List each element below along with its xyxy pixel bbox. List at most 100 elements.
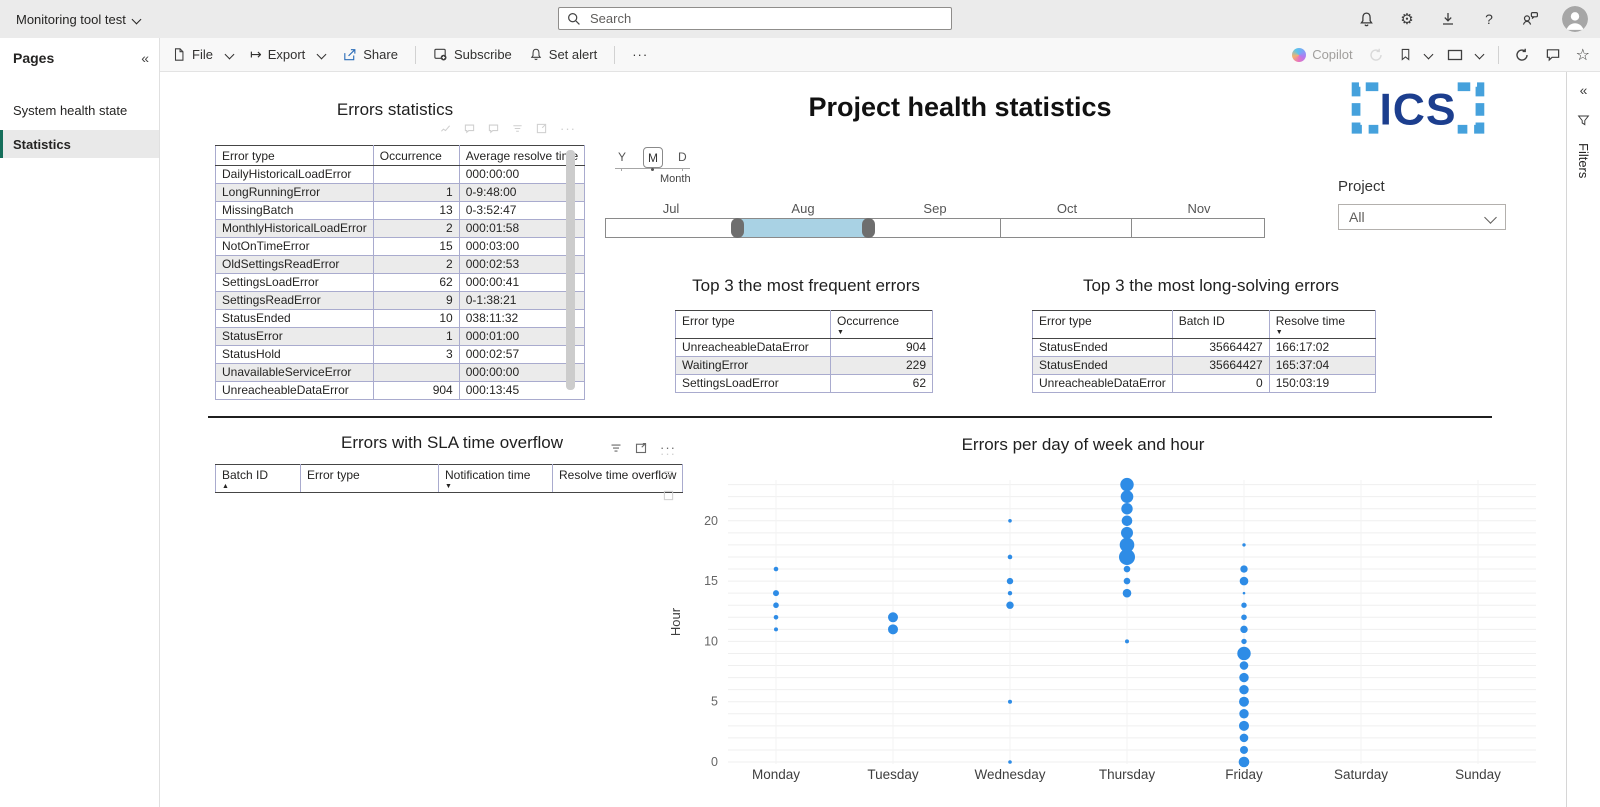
right-range-handle[interactable] [862,218,875,238]
data-point[interactable] [1239,685,1248,694]
month-cell-jul[interactable] [606,219,738,237]
table-row[interactable]: SettingsReadError90-1:38:21 [216,292,585,310]
data-point[interactable] [774,567,779,572]
data-point[interactable] [1240,746,1248,754]
data-point[interactable] [1008,700,1012,704]
table-row[interactable]: UnreacheableDataError904000:13:45 [216,382,585,400]
focus-mode-icon[interactable] [635,442,647,454]
table-row[interactable]: StatusEnded35664427165:37:04 [1033,357,1376,375]
comment-icon[interactable] [464,123,475,134]
more-options-icon[interactable]: ··· [632,50,648,60]
table-row[interactable]: MonthlyHistoricalLoadError2000:01:58 [216,220,585,238]
bookmarks-menu[interactable] [1399,47,1432,62]
chat-icon[interactable] [440,123,451,134]
data-point[interactable] [1121,527,1133,539]
file-menu[interactable]: File [172,47,233,62]
data-point[interactable] [1125,639,1129,643]
download-icon[interactable] [1439,10,1457,28]
data-point[interactable] [774,627,778,631]
data-point[interactable] [888,624,898,634]
column-header[interactable]: Error type [1033,311,1173,339]
table-row[interactable]: StatusEnded35664427166:17:02 [1033,339,1376,357]
table-row[interactable]: UnreacheableDataError0150:03:19 [1033,375,1376,393]
data-point[interactable] [1006,602,1013,609]
column-header[interactable]: Occurrence▼ [831,311,933,339]
column-header[interactable]: Notification time▼ [439,465,553,493]
more-options-icon[interactable]: ··· [560,124,576,134]
table-row[interactable]: WaitingError229 [676,357,933,375]
grain-year[interactable]: Y [618,150,626,164]
table-row[interactable]: SettingsLoadError62000:00:41 [216,274,585,292]
data-point[interactable] [1122,516,1133,527]
column-header[interactable]: Batch ID [1172,311,1269,339]
workspace-switcher[interactable]: Monitoring tool test [16,0,140,38]
help-icon[interactable]: ? [1480,10,1498,28]
data-point[interactable] [1241,614,1247,620]
data-point[interactable] [1239,709,1248,718]
sidebar-item-system-health-state[interactable]: System health state [0,96,159,124]
sidebar-item-statistics[interactable]: Statistics [0,130,159,158]
data-point[interactable] [1239,757,1250,768]
data-point[interactable] [1239,721,1249,731]
refresh-button[interactable] [1514,47,1530,63]
data-point[interactable] [1121,503,1132,514]
data-point[interactable] [1120,478,1133,491]
table-row[interactable]: LongRunningError10-9:48:00 [216,184,585,202]
copilot-button[interactable]: Copilot [1292,47,1352,62]
search-input[interactable] [588,10,892,27]
column-header[interactable]: Error type [301,465,439,493]
data-point[interactable] [1240,734,1249,743]
project-dropdown[interactable]: All [1338,204,1506,230]
data-point[interactable] [773,590,779,596]
column-header[interactable]: Batch ID▲ [216,465,301,493]
table-row[interactable]: MissingBatch130-3:52:47 [216,202,585,220]
grain-month-selected[interactable]: M [643,147,663,168]
set-alert-button[interactable]: Set alert [529,47,597,62]
data-point[interactable] [773,602,779,608]
month-cell-nov[interactable] [1132,219,1264,237]
data-point[interactable] [1241,603,1246,608]
grain-day[interactable]: D [678,150,687,164]
data-point[interactable] [1008,591,1012,595]
table-row[interactable]: StatusHold3000:02:57 [216,346,585,364]
data-point[interactable] [1119,549,1135,565]
data-point[interactable] [1240,577,1249,586]
copy-icon[interactable] [488,123,499,134]
table-row[interactable]: StatusEnded10038:11:32 [216,310,585,328]
settings-gear-icon[interactable]: ⚙ [1398,10,1416,28]
table-row[interactable]: StatusError1000:01:00 [216,328,585,346]
data-point[interactable] [1237,647,1250,660]
filter-icon[interactable] [610,442,622,454]
expand-filters-icon[interactable]: « [1580,82,1588,98]
search-box[interactable] [558,7,952,30]
left-range-handle[interactable] [731,218,744,238]
export-menu[interactable]: ↦ Export [250,46,325,63]
comments-button[interactable] [1545,47,1561,62]
month-cell-sep[interactable] [869,219,1001,237]
table-row[interactable]: NotOnTimeError15000:03:00 [216,238,585,256]
data-point[interactable] [1243,592,1246,595]
data-point[interactable] [1124,566,1131,573]
month-range-slicer[interactable] [605,218,1265,238]
data-point[interactable] [1239,697,1249,707]
focus-mode-icon[interactable] [536,123,547,134]
data-point[interactable] [1008,519,1012,523]
collapse-pages-icon[interactable]: « [141,50,149,66]
data-point[interactable] [1008,555,1013,560]
favorite-star-icon[interactable]: ☆ [1576,45,1590,65]
data-point[interactable] [1007,578,1013,584]
data-point[interactable] [1124,578,1131,585]
data-point[interactable] [1123,589,1132,598]
data-point[interactable] [1240,565,1247,572]
data-point[interactable] [1242,543,1245,546]
view-menu[interactable] [1447,48,1483,62]
notifications-bell-icon[interactable] [1357,10,1375,28]
column-header[interactable]: Error type [676,311,831,339]
account-avatar[interactable] [1562,6,1588,32]
column-header[interactable]: Error type [216,146,374,166]
data-point[interactable] [888,612,898,622]
table-row[interactable]: SettingsLoadError62 [676,375,933,393]
filter-icon[interactable] [512,123,523,134]
column-header[interactable]: Resolve time▼ [1269,311,1375,339]
data-point[interactable] [1240,661,1249,670]
